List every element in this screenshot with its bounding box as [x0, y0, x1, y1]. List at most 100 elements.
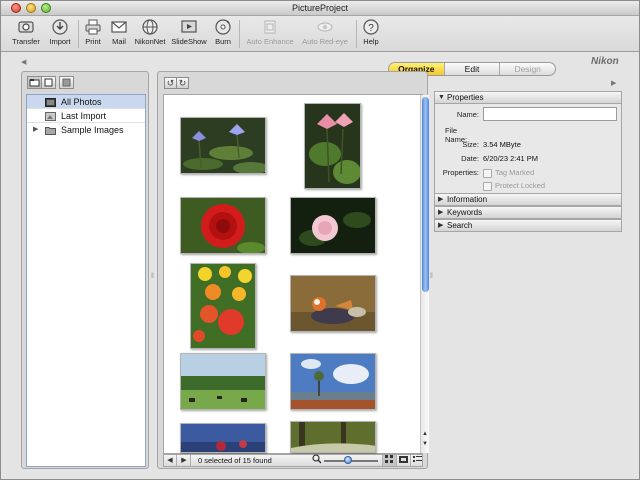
pink-rose-photo: [291, 198, 375, 253]
new-album-icon: [62, 78, 71, 87]
print-label: Print: [85, 37, 101, 46]
slideshow-label: SlideShow: [171, 37, 207, 46]
zoom-slider-knob[interactable]: [344, 456, 352, 464]
collections-list: All Photos Last Import ▶ Sample Images: [26, 94, 146, 467]
import-label: Import: [49, 37, 71, 46]
tab-edit[interactable]: Edit: [445, 63, 501, 75]
folder-view-button[interactable]: [27, 76, 42, 89]
help-label: Help: [363, 37, 379, 46]
name-field[interactable]: [483, 107, 617, 121]
tag-marked-label: Tag Marked: [495, 168, 535, 177]
flowers-blue-photo: [181, 424, 265, 452]
disclosure-closed-icon: ▶: [438, 222, 444, 229]
splitter-handle-left[interactable]: ‖: [151, 273, 154, 280]
collection-item-last-import[interactable]: Last Import: [27, 109, 145, 123]
properties-section-body: Name: File Name: Size: 3.54 MByte Date: …: [434, 104, 622, 193]
help-button[interactable]: ? Help: [360, 18, 382, 50]
keywords-header-label: Keywords: [447, 208, 483, 217]
help-icon: ?: [362, 18, 380, 36]
grid-view-icon: [385, 455, 393, 463]
browser-status-bar: ◀ ▶ 0 selected of 15 found: [163, 454, 423, 467]
burn-label: Burn: [215, 37, 231, 46]
slideshow-button[interactable]: SlideShow: [170, 18, 208, 50]
nikon-logo: Nikon: [591, 56, 619, 67]
import-folder-icon: [45, 111, 56, 121]
auto-red-eye-button[interactable]: Auto Red-eye: [299, 18, 351, 50]
rotate-right-button[interactable]: ↻: [176, 77, 189, 89]
protect-locked-label: Protect Locked: [495, 181, 546, 190]
album-view-button[interactable]: [41, 76, 56, 89]
protect-locked-checkbox[interactable]: [483, 182, 492, 191]
search-section-header[interactable]: ▶ Search: [434, 219, 622, 232]
mail-button[interactable]: Mail: [107, 18, 131, 50]
rotate-left-icon: ↺: [166, 78, 175, 88]
name-label: Name:: [456, 110, 479, 119]
globe-icon: [141, 18, 159, 36]
collection-label: Sample Images: [61, 125, 124, 135]
expand-right-arrow-icon[interactable]: ▶: [611, 79, 616, 87]
magnifier-icon: [312, 454, 322, 467]
toolbar-separator: [78, 20, 79, 48]
thumbnail-water-lilies-blue[interactable]: [180, 117, 266, 174]
disclosure-triangle-icon[interactable]: ▶: [33, 123, 38, 137]
auto-red-eye-label: Auto Red-eye: [302, 37, 348, 46]
properties-label: Properties:: [442, 168, 479, 177]
forest-stream-photo: [291, 422, 375, 452]
thumbnail-pink-water-lily[interactable]: [304, 103, 361, 189]
scroll-up-arrow-icon[interactable]: ▲: [422, 431, 428, 437]
transfer-button[interactable]: Transfer: [9, 18, 43, 50]
new-album-button[interactable]: [59, 76, 74, 89]
scroll-down-arrow-icon[interactable]: ▼: [422, 441, 428, 447]
previous-arrow-icon[interactable]: ◀: [164, 455, 177, 466]
information-section-header[interactable]: ▶ Information: [434, 193, 622, 206]
collection-item-sample-images[interactable]: ▶ Sample Images: [27, 123, 145, 137]
thumbnail-red-rose[interactable]: [180, 197, 266, 254]
import-button[interactable]: Import: [45, 18, 75, 50]
nikonnet-label: NikonNet: [134, 37, 166, 46]
folder-icon: [45, 125, 56, 135]
properties-section-header[interactable]: ▼ Properties: [434, 91, 622, 104]
toolbar-separator: [239, 20, 240, 48]
collections-pane: All Photos Last Import ▶ Sample Images: [21, 71, 149, 469]
filmstrip-view-button[interactable]: [396, 455, 410, 466]
browser-vertical-scrollbar[interactable]: ▲ ▼: [420, 95, 429, 453]
tree-lake-photo: [291, 354, 375, 409]
tulips-photo: [191, 264, 255, 348]
tag-marked-checkbox[interactable]: [483, 169, 492, 178]
next-arrow-icon[interactable]: ▶: [178, 455, 191, 466]
print-button[interactable]: Print: [81, 18, 105, 50]
thumbnail-pink-rose[interactable]: [290, 197, 376, 254]
thumbnail-forest-stream[interactable]: [290, 421, 376, 453]
splitter-handle-right[interactable]: ‖: [430, 273, 433, 280]
thumbnail-flowers-blue[interactable]: [180, 423, 266, 453]
keywords-section-header[interactable]: ▶ Keywords: [434, 206, 622, 219]
scrollbar-thumb[interactable]: [422, 97, 429, 292]
collection-item-all-photos[interactable]: All Photos: [27, 95, 145, 109]
thumbnail-grid: ▲ ▼: [163, 94, 429, 454]
photos-icon: [45, 97, 56, 107]
nikonnet-button[interactable]: NikonNet: [133, 18, 167, 50]
slideshow-icon: [180, 18, 198, 36]
printer-icon: [84, 18, 102, 36]
collapse-left-arrow-icon[interactable]: ◀: [21, 58, 26, 66]
svg-text:?: ?: [368, 23, 374, 34]
auto-enhance-button[interactable]: Auto Enhance: [244, 18, 296, 50]
mail-label: Mail: [112, 37, 126, 46]
list-view-button[interactable]: [410, 455, 424, 466]
disclosure-open-icon: ▼: [438, 94, 445, 101]
pasture-horses-photo: [181, 354, 265, 409]
thumbnail-tulips[interactable]: [190, 263, 256, 349]
water-lilies-blue-photo: [181, 118, 265, 173]
date-label: Date:: [461, 154, 479, 163]
disclosure-closed-icon: ▶: [438, 196, 444, 203]
thumbnail-tree-lake[interactable]: [290, 353, 376, 410]
thumbnail-mandarin-duck[interactable]: [290, 275, 376, 332]
burn-button[interactable]: Burn: [211, 18, 235, 50]
tab-design[interactable]: Design: [500, 63, 555, 75]
thumbnail-pasture-horses[interactable]: [180, 353, 266, 410]
auto-enhance-icon: [261, 18, 279, 36]
import-icon: [51, 18, 69, 36]
toolbar: Transfer Import Print Mail NikonNet Slid…: [1, 16, 639, 52]
grid-view-button[interactable]: [382, 455, 396, 466]
transfer-label: Transfer: [12, 37, 40, 46]
